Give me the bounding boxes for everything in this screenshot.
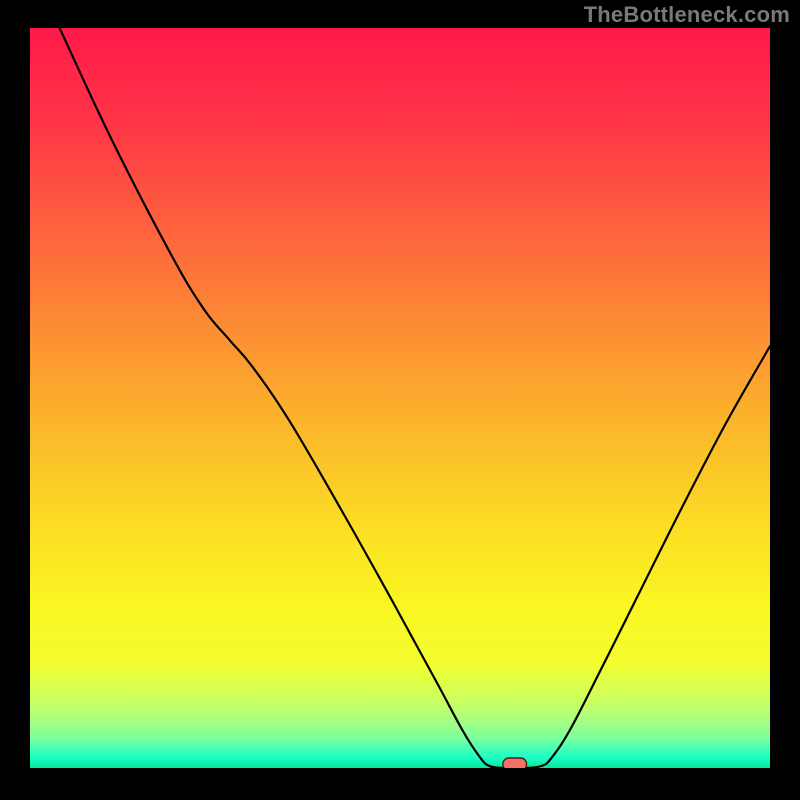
plot-area — [30, 28, 770, 768]
gradient-background — [30, 28, 770, 768]
chart-container: TheBottleneck.com — [0, 0, 800, 800]
minimum-marker — [503, 758, 527, 768]
watermark-text: TheBottleneck.com — [584, 2, 790, 28]
chart-svg — [30, 28, 770, 768]
